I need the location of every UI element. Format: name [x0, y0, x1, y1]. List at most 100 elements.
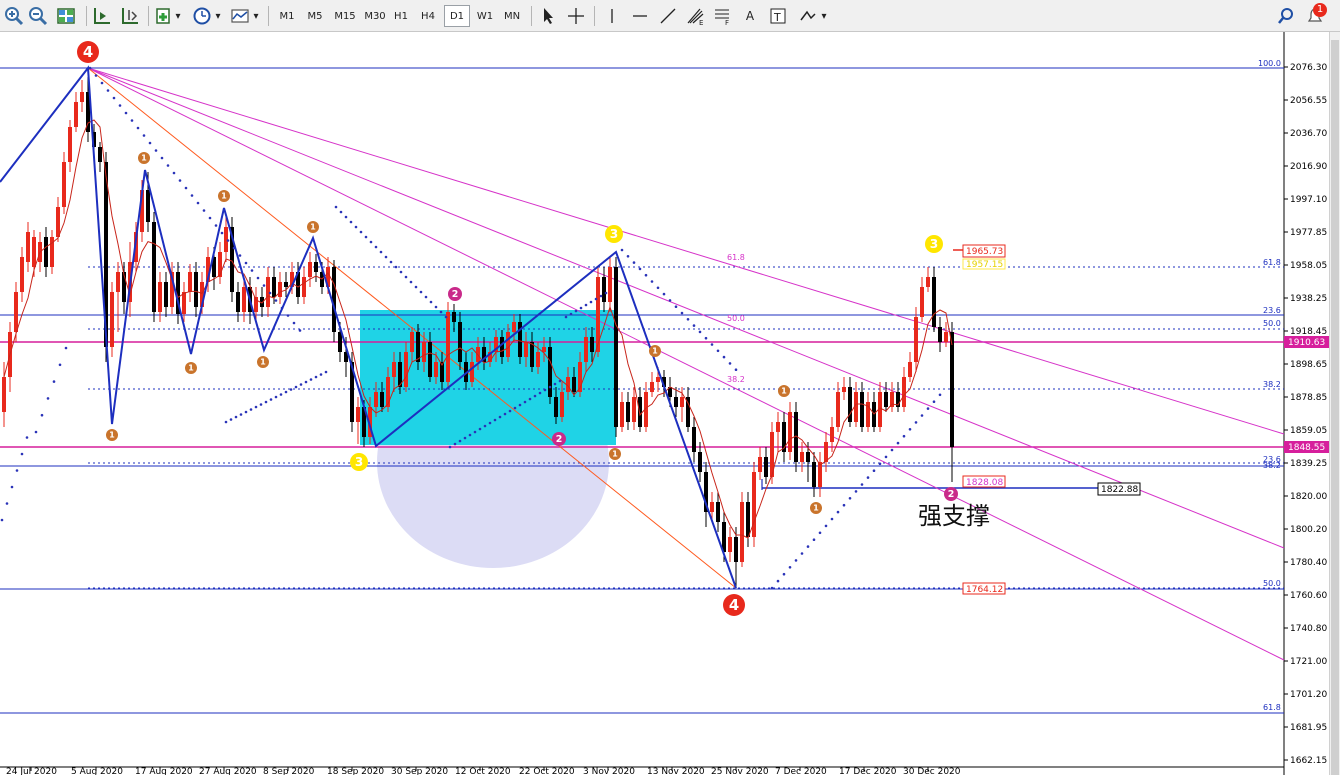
scrollbar-thumb[interactable]	[1331, 40, 1339, 775]
cursor-icon[interactable]	[538, 6, 558, 26]
text-label-icon[interactable]: T	[768, 6, 788, 26]
indicators-icon[interactable]	[230, 6, 250, 26]
psar-dot	[818, 531, 822, 535]
psar-dot	[848, 497, 852, 500]
history-clock-icon[interactable]	[192, 6, 212, 26]
history-dropdown-icon[interactable]: ▾	[214, 5, 222, 27]
psar-dot	[404, 275, 408, 279]
price-tick-label: 1662.15	[1290, 756, 1327, 766]
psar-dot	[830, 517, 834, 521]
psar-dot	[414, 285, 418, 289]
fan-label-618: 61.8	[727, 253, 745, 262]
bearish-candle	[164, 282, 168, 307]
wave-marker-label: 1	[141, 153, 147, 163]
bullish-candle	[356, 407, 360, 422]
timeframe-h1[interactable]: H1	[388, 5, 414, 27]
bullish-candle	[32, 237, 36, 267]
timeframe-m5[interactable]: M5	[302, 5, 328, 27]
new-order-icon[interactable]	[154, 6, 174, 26]
horizontal-line-icon[interactable]	[630, 6, 650, 26]
psar-dot	[620, 248, 624, 252]
psar-dot	[214, 224, 218, 227]
vertical-scrollbar[interactable]	[1329, 32, 1340, 775]
psar-dot	[334, 205, 338, 209]
psar-dot	[269, 398, 273, 401]
psar-dot	[268, 291, 272, 295]
psar-dot	[473, 430, 477, 434]
bullish-candle	[110, 292, 114, 347]
timeframe-d1[interactable]: D1	[444, 5, 470, 27]
psar-dot	[324, 370, 328, 374]
bullish-candle	[422, 342, 426, 362]
psar-dot	[284, 390, 288, 394]
shapes-dropdown-icon[interactable]: ▾	[820, 5, 828, 27]
price-chart[interactable]: 2076.30 2056.55 2036.70 2016.90 1997.10 1977.…	[0, 32, 1329, 775]
zoom-out-icon[interactable]	[28, 6, 48, 26]
psar-dot	[256, 276, 260, 280]
bearish-candle	[860, 392, 864, 427]
bearish-candle	[698, 452, 702, 472]
price-tick-label: 2016.90	[1290, 162, 1327, 172]
timeframe-h4[interactable]: H4	[415, 5, 441, 27]
bullish-candle	[908, 362, 912, 377]
wave-marker-label: 1	[260, 357, 266, 367]
bullish-candle	[506, 332, 510, 357]
psar-dot	[429, 300, 433, 304]
bullish-candle	[26, 232, 30, 262]
bearish-candle	[638, 397, 642, 427]
chart-shift-icon[interactable]	[92, 6, 112, 26]
new-order-dropdown-icon[interactable]: ▾	[174, 5, 182, 27]
bullish-candle	[14, 292, 18, 332]
date-tick-label: 25 Nov 2020	[711, 767, 769, 775]
psar-dot	[40, 413, 44, 417]
notifications-icon[interactable]: 1	[1305, 3, 1327, 26]
date-tick-label: 27 Aug 2020	[199, 767, 257, 775]
psar-dot	[292, 321, 296, 325]
bearish-candle	[938, 327, 942, 342]
trendline-icon[interactable]	[658, 6, 678, 26]
bullish-candle	[914, 317, 918, 362]
bearish-candle	[848, 387, 852, 422]
search-icon[interactable]	[1276, 6, 1296, 26]
text-icon[interactable]: A	[742, 5, 758, 27]
wave-marker-label: 1	[109, 430, 115, 440]
tile-windows-icon[interactable]	[56, 6, 76, 26]
psar-dot	[734, 368, 738, 372]
bullish-candle	[710, 502, 714, 512]
bearish-candle	[806, 452, 810, 462]
shapes-icon[interactable]	[798, 6, 818, 26]
timeframe-w1[interactable]: W1	[472, 5, 498, 27]
price-tag-1848: 1848.55	[1288, 443, 1325, 453]
zoom-in-icon[interactable]	[4, 6, 24, 26]
fibo-fan-icon[interactable]: F	[712, 6, 732, 26]
timeframe-m1[interactable]: M1	[274, 5, 300, 27]
indicators-dropdown-icon[interactable]: ▾	[252, 5, 260, 27]
psar-dot	[824, 524, 828, 528]
strong-support-annotation[interactable]: 强支撑	[918, 502, 990, 530]
bullish-candle	[524, 342, 528, 357]
autoscroll-icon[interactable]	[120, 6, 140, 26]
bullish-candle	[800, 452, 804, 462]
wave-marker-label: 2	[556, 434, 563, 445]
bearish-candle	[458, 322, 462, 362]
crosshair-icon[interactable]	[566, 6, 586, 26]
fibonacci-icon[interactable]: E	[686, 6, 706, 26]
price-tick-label: 2076.30	[1290, 63, 1327, 73]
notification-count-badge: 1	[1313, 3, 1327, 17]
timeframe-m15[interactable]: M15	[330, 5, 360, 27]
timeframe-mn[interactable]: MN	[499, 5, 525, 27]
bullish-candle	[752, 472, 756, 537]
bullish-candle	[758, 457, 762, 472]
timeframe-m30[interactable]: M30	[360, 5, 390, 27]
psar-dot	[488, 421, 492, 425]
psar-dot	[118, 104, 122, 107]
psar-dot	[513, 406, 517, 410]
vertical-line-icon[interactable]	[602, 6, 622, 26]
bullish-candle	[74, 102, 78, 127]
bullish-candle	[56, 207, 60, 237]
price-tick-label: 1740.80	[1290, 624, 1327, 634]
psar-dot	[238, 254, 242, 257]
bullish-candle	[410, 332, 414, 352]
psar-dot	[304, 380, 308, 384]
psar-dot	[548, 385, 552, 389]
